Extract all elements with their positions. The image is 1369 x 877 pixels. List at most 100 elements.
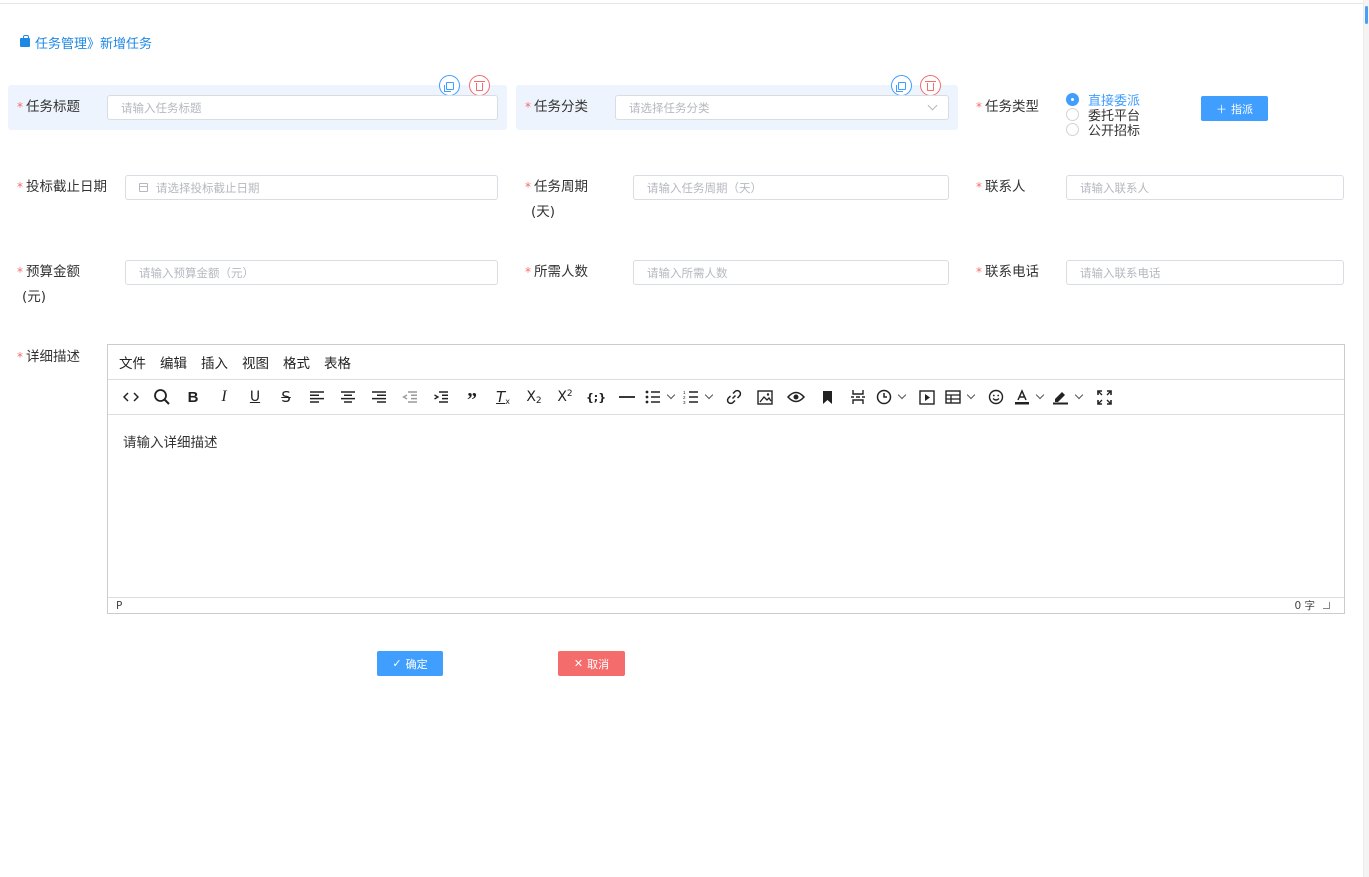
rich-text-editor: 文件 编辑 插入 视图 格式 表格 B I U S ” Tx X2 X2 {;}… [107, 344, 1345, 614]
budget-input[interactable]: 请输入预算金额（元） [125, 260, 498, 285]
task-type-label: * 任务类型 [976, 99, 1039, 115]
people-needed-label: * 所需人数 [525, 264, 588, 280]
breadcrumb-current: 新增任务 [100, 37, 153, 52]
text-color-icon[interactable] [1014, 385, 1045, 409]
align-left-icon[interactable] [304, 385, 330, 409]
description-label: * 详细描述 [17, 349, 80, 365]
task-title-input[interactable]: 请输入任务标题 [107, 95, 498, 120]
chevron-down-icon[interactable] [897, 390, 907, 400]
cancel-button[interactable]: ✕ 取消 [558, 651, 625, 676]
budget-unit-label: (元) [22, 289, 47, 305]
chevron-down-icon[interactable] [1035, 390, 1045, 400]
delete-task-category-button[interactable] [920, 75, 941, 96]
superscript-icon[interactable]: X2 [552, 385, 578, 409]
menu-format[interactable]: 格式 [283, 352, 310, 372]
menu-insert[interactable]: 插入 [201, 352, 228, 372]
top-divider [0, 3, 1369, 4]
radio-public-tender[interactable]: 公开招标 [1066, 122, 1140, 139]
link-icon[interactable] [721, 385, 747, 409]
copy-task-category-button[interactable] [891, 75, 912, 96]
italic-icon[interactable]: I [211, 385, 237, 409]
element-path[interactable]: P [116, 600, 122, 612]
chevron-down-icon[interactable] [1074, 390, 1084, 400]
chevron-down-icon[interactable] [704, 390, 714, 400]
code-sample-icon[interactable]: {;} [583, 385, 609, 409]
copy-icon [895, 81, 906, 92]
editor-toolbar: B I U S ” Tx X2 X2 {;} 123 [108, 380, 1344, 415]
editor-statusbar: P 0 字 [108, 597, 1344, 613]
preview-eye-icon[interactable] [783, 385, 809, 409]
blockquote-icon[interactable]: ” [459, 385, 485, 410]
page-scrollbar[interactable] [1363, 0, 1369, 877]
people-needed-input[interactable]: 请输入所需人数 [633, 260, 949, 285]
menu-edit[interactable]: 编辑 [160, 352, 187, 372]
check-icon: ✓ [392, 657, 402, 670]
task-category-label: * 任务分类 [525, 99, 588, 115]
align-right-icon[interactable] [366, 385, 392, 409]
task-period-unit-label: (天) [531, 204, 556, 220]
radio-dot[interactable] [1066, 93, 1079, 106]
task-type-radio-group: 直接委派 委托平台 公开招标 [1066, 92, 1140, 139]
task-period-label: * 任务周期 [525, 179, 588, 195]
task-title-label: * 任务标题 [17, 99, 80, 115]
subscript-icon[interactable]: X2 [521, 385, 547, 409]
source-code-icon[interactable] [118, 385, 144, 409]
plus-icon: ＋ [1216, 102, 1227, 116]
trash-icon [925, 80, 936, 91]
outdent-icon[interactable] [397, 385, 423, 409]
copy-icon [443, 81, 454, 92]
menu-file[interactable]: 文件 [119, 352, 146, 372]
scrollbar-thumb[interactable] [1365, 6, 1368, 24]
bullet-list-icon[interactable] [645, 385, 676, 409]
chevron-down-icon[interactable] [966, 390, 976, 400]
budget-label: * 预算金额 [17, 264, 80, 280]
assign-button[interactable]: ＋指派 [1201, 96, 1268, 121]
menu-table[interactable]: 表格 [324, 352, 351, 372]
radio-dot[interactable] [1066, 108, 1079, 121]
align-center-icon[interactable] [335, 385, 361, 409]
horizontal-line-icon[interactable] [614, 385, 640, 409]
contact-person-label: * 联系人 [976, 179, 1026, 195]
breadcrumb: 任务管理 》 新增任务 [20, 33, 152, 52]
contact-phone-input[interactable]: 请输入联系电话 [1066, 260, 1344, 285]
indent-icon[interactable] [428, 385, 454, 409]
editor-menubar: 文件 编辑 插入 视图 格式 表格 [108, 345, 1344, 380]
task-category-select[interactable]: 请选择任务分类 [615, 95, 949, 120]
svg-text:3: 3 [683, 400, 686, 404]
contact-person-input[interactable]: 请输入联系人 [1066, 175, 1344, 200]
delete-task-title-button[interactable] [469, 75, 490, 96]
chevron-down-icon[interactable] [666, 390, 676, 400]
chevron-down-icon [927, 100, 938, 111]
page-break-icon[interactable] [845, 385, 871, 409]
search-icon[interactable] [149, 385, 175, 409]
contact-phone-label: * 联系电话 [976, 264, 1039, 280]
emoji-icon[interactable] [983, 385, 1009, 409]
word-count[interactable]: 0 字 [1294, 598, 1315, 613]
editor-placeholder: 请输入详细描述 [123, 435, 218, 451]
briefcase-icon [20, 35, 30, 47]
resize-handle-icon[interactable] [1323, 602, 1330, 609]
menu-view[interactable]: 视图 [242, 352, 269, 372]
bold-icon[interactable]: B [180, 385, 206, 409]
image-icon[interactable] [752, 385, 778, 409]
strikethrough-icon[interactable]: S [273, 385, 299, 409]
copy-task-title-button[interactable] [439, 75, 460, 96]
highlight-color-icon[interactable] [1052, 385, 1084, 409]
close-icon: ✕ [573, 657, 584, 670]
numbered-list-icon[interactable]: 123 [683, 385, 714, 409]
trash-icon [474, 80, 485, 91]
editor-content-area[interactable]: 请输入详细描述 [108, 415, 1344, 597]
calendar-icon [139, 183, 148, 192]
bookmark-icon[interactable] [814, 385, 840, 409]
media-play-icon[interactable] [914, 385, 940, 409]
breadcrumb-section[interactable]: 任务管理 [35, 33, 87, 52]
bid-deadline-date-picker[interactable]: 请选择投标截止日期 [125, 175, 498, 200]
radio-dot[interactable] [1066, 123, 1079, 136]
confirm-button[interactable]: ✓ 确定 [377, 651, 443, 676]
fullscreen-icon[interactable] [1091, 385, 1117, 409]
underline-icon[interactable]: U [242, 385, 268, 409]
table-icon[interactable] [945, 385, 976, 409]
task-period-input[interactable]: 请输入任务周期（天） [633, 175, 949, 200]
clock-icon[interactable] [876, 385, 907, 409]
clear-format-icon[interactable]: Tx [490, 385, 516, 409]
